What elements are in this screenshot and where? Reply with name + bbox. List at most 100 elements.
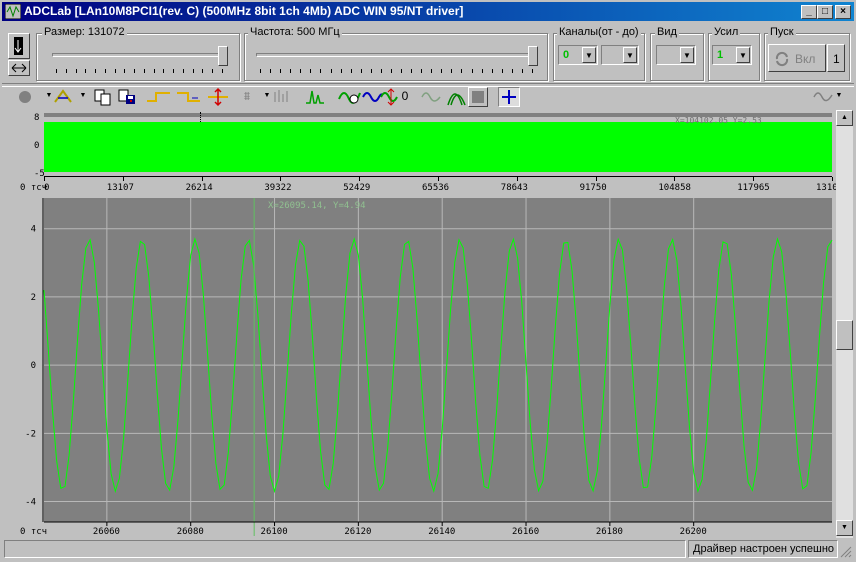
scope-icon <box>813 92 833 102</box>
scroll-down-button[interactable]: ▼ <box>836 520 853 536</box>
start-button[interactable]: Вкл <box>768 44 826 72</box>
chevron-down-icon[interactable]: ▼ <box>582 47 596 63</box>
overview-x-label: 52429 <box>343 183 371 193</box>
crosshair-button[interactable] <box>498 87 520 107</box>
save-button[interactable] <box>116 87 138 107</box>
channel-tool-button[interactable] <box>8 33 30 59</box>
x-tick-label: 26100 <box>261 527 288 536</box>
chevron-down-icon[interactable]: ▼ <box>623 47 637 63</box>
x-tick-label: 26060 <box>93 527 120 536</box>
close-button[interactable]: × <box>835 5 851 19</box>
refresh-icon <box>775 51 789 67</box>
size-slider-track[interactable] <box>52 53 224 57</box>
scroll-up-button[interactable]: ▲ <box>836 110 853 126</box>
chevron-down-icon[interactable]: ▼ <box>736 47 750 63</box>
slider-tick <box>310 69 312 73</box>
overview-x-tick <box>359 177 361 181</box>
chevron-down-icon[interactable]: ▼ <box>680 47 694 63</box>
overview-x-label: 117965 <box>737 183 770 193</box>
slider-tick <box>114 69 116 73</box>
scroll-thumb[interactable] <box>836 320 853 350</box>
channel-to-select[interactable]: ▼ <box>601 45 639 65</box>
minimize-button[interactable]: _ <box>801 5 817 19</box>
gain-value: 1 <box>717 49 724 61</box>
layers-icon <box>447 93 466 106</box>
overview-x-label: 39322 <box>264 183 292 193</box>
slider-tick <box>270 69 272 73</box>
filter-button[interactable]: ⩩ <box>236 87 258 107</box>
start-count-button[interactable]: 1 <box>827 44 845 72</box>
expand-horizontal-button[interactable] <box>8 60 30 76</box>
overview-x-tick <box>595 177 597 181</box>
slider-tick <box>134 69 136 73</box>
overview-x-label: 65536 <box>422 183 450 193</box>
slider-tick <box>501 69 503 73</box>
slider-tick <box>212 69 214 73</box>
record-button[interactable] <box>14 87 36 107</box>
size-slider-thumb[interactable] <box>218 46 228 66</box>
overview-x-tick <box>122 177 124 181</box>
spectrum-button[interactable] <box>304 87 326 107</box>
trigger-dropdown[interactable]: ▼ <box>72 87 94 107</box>
overview-x-tick <box>280 177 282 181</box>
waveform-chart[interactable]: X=26095.14, Y=4.94 26060 26080 26100 26120 26… <box>0 196 836 537</box>
cursor-updown-icon <box>208 87 228 107</box>
fade-wave-button[interactable] <box>420 87 442 107</box>
overview-x-label: 104858 <box>658 183 691 193</box>
pulse-rise-button[interactable] <box>146 87 170 107</box>
slider-tick <box>95 69 97 73</box>
slider-tick <box>192 69 194 73</box>
x-tick-label: 26140 <box>428 527 455 536</box>
channel-from-value: 0 <box>563 49 570 61</box>
layers-button[interactable] <box>446 87 468 107</box>
slider-tick <box>411 69 413 73</box>
view-label: Вид <box>655 26 679 38</box>
slider-tick <box>75 69 77 73</box>
cursor-updown-button[interactable] <box>206 87 228 107</box>
slider-tick <box>222 69 223 73</box>
frequency-slider-thumb[interactable] <box>528 46 538 66</box>
overview-x-tick <box>832 177 833 181</box>
frequency-slider-track[interactable] <box>256 53 534 57</box>
maximize-button[interactable]: □ <box>817 5 833 19</box>
hand-icon <box>338 92 361 104</box>
stop-button[interactable] <box>468 87 488 107</box>
slider-tick <box>421 69 423 73</box>
slider-tick <box>481 69 483 73</box>
slider-tick <box>380 69 382 73</box>
slider-tick <box>182 69 184 73</box>
cursor-readout: X=26095.14, Y=4.94 <box>268 201 366 211</box>
overview-readout: X=104102.05 Y=2.53 <box>675 116 762 125</box>
resize-grip-icon[interactable] <box>840 546 852 558</box>
bars-button[interactable] <box>270 87 292 107</box>
counter-value: 0 <box>401 89 409 103</box>
status-message: Драйвер настроен успешно <box>693 543 835 555</box>
pulse-fall-button[interactable] <box>176 87 200 107</box>
slider-tick <box>491 69 493 73</box>
bars-icon <box>274 90 288 102</box>
hand-button[interactable] <box>338 87 361 107</box>
status-panel-right: Драйвер настроен успешно <box>688 540 838 558</box>
scope-dropdown[interactable]: ▼ <box>832 87 846 107</box>
trigger-button[interactable] <box>52 87 74 107</box>
overview-x-tick <box>753 177 755 181</box>
overview-cursor[interactable] <box>200 112 202 122</box>
slider-tick <box>431 69 433 73</box>
pulse-fall-icon <box>177 92 200 102</box>
counter-field: 0 <box>398 87 412 107</box>
vertical-scrollbar[interactable]: ▲ ▼ <box>836 110 853 538</box>
view-select[interactable]: ▼ <box>656 45 696 65</box>
slider-tick <box>143 69 145 73</box>
gain-select[interactable]: 1 ▼ <box>712 45 752 65</box>
overview-x-label: 13107 <box>106 183 134 193</box>
overview-x-tick <box>438 177 439 181</box>
x-tick-label: 26180 <box>596 527 623 536</box>
slider-tick <box>124 69 126 73</box>
copy-button[interactable] <box>92 87 114 107</box>
slider-tick <box>340 69 342 73</box>
x-tick-label: 26080 <box>177 527 204 536</box>
slider-tick <box>441 69 443 73</box>
slider-tick <box>153 69 155 73</box>
scope-button[interactable] <box>812 87 834 107</box>
channel-from-select[interactable]: 0 ▼ <box>558 45 598 65</box>
